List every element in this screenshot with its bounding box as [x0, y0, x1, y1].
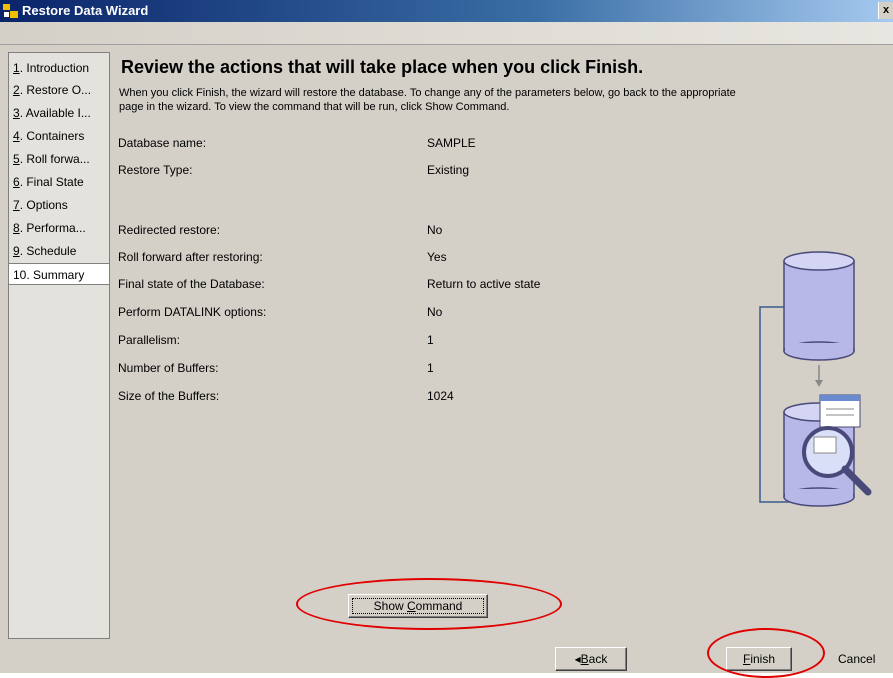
- nav-item-number: 5: [13, 152, 20, 166]
- redirected-restore-label: Redirected restore:: [118, 223, 221, 237]
- datalink-options-label: Perform DATALINK options:: [118, 305, 267, 319]
- back-button[interactable]: ◂Back: [555, 647, 627, 671]
- cancel-button[interactable]: Cancel: [838, 652, 875, 666]
- nav-item-number: 7: [13, 198, 20, 212]
- page-description: When you click Finish, the wizard will r…: [119, 86, 893, 114]
- roll-forward-value: Yes: [427, 250, 447, 264]
- summary-panel: Review the actions that will take place …: [112, 52, 893, 637]
- nav-item-label: . Containers: [19, 129, 85, 143]
- buffer-size-value: 1024: [427, 389, 454, 403]
- nav-item-restore-options[interactable]: 2. Restore O...: [9, 79, 109, 101]
- highlight-oval-show-command: [296, 578, 562, 630]
- nav-item-label: . Introduction: [19, 61, 90, 75]
- wizard-window: Restore Data Wizard x 1. Introduction 2.…: [0, 0, 893, 678]
- nav-item-number: 1: [13, 61, 20, 75]
- nav-item-number: 9: [13, 244, 20, 258]
- database-restore-icon: [759, 251, 872, 507]
- nav-item-number: 3: [13, 106, 20, 120]
- nav-item-label: . Performa...: [19, 221, 86, 235]
- parallelism-label: Parallelism:: [118, 333, 181, 347]
- nav-item-containers[interactable]: 4. Containers: [9, 125, 109, 147]
- database-name-label: Database name:: [118, 136, 207, 150]
- nav-item-roll-forward[interactable]: 5. Roll forwa...: [9, 148, 109, 170]
- app-icon: [3, 4, 18, 18]
- back-mnemonic: B: [580, 652, 589, 666]
- redirected-restore-value: No: [427, 223, 443, 237]
- restore-type-value: Existing: [427, 163, 470, 177]
- description-line: page in the wizard. To view the command …: [119, 101, 510, 113]
- title-bar: Restore Data Wizard x: [0, 0, 893, 22]
- nav-item-performance[interactable]: 8. Performa...: [9, 217, 109, 239]
- datalink-options-value: No: [427, 305, 443, 319]
- database-name-value: SAMPLE: [427, 136, 476, 150]
- nav-item-summary[interactable]: 10. Summary: [9, 263, 109, 285]
- nav-item-label: . Available I...: [19, 106, 91, 120]
- number-of-buffers-label: Number of Buffers:: [118, 361, 219, 375]
- roll-forward-label: Roll forward after restoring:: [118, 250, 263, 264]
- nav-item-label: . Schedule: [19, 244, 77, 258]
- nav-item-available-images[interactable]: 3. Available I...: [9, 102, 109, 124]
- nav-item-number: 4: [13, 129, 20, 143]
- back-text: ack: [588, 652, 608, 666]
- final-state-value: Return to active state: [427, 277, 541, 291]
- nav-item-label: . Roll forwa...: [19, 152, 90, 166]
- nav-item-number: 2: [13, 83, 20, 97]
- highlight-oval-finish: [707, 628, 825, 678]
- nav-item-number: 8: [13, 221, 20, 235]
- nav-item-final-state[interactable]: 6. Final State: [9, 171, 109, 193]
- nav-item-label: . Restore O...: [19, 83, 92, 97]
- buffer-size-label: Size of the Buffers:: [118, 389, 220, 403]
- nav-item-label: . Final State: [19, 175, 84, 189]
- nav-item-label: . Options: [19, 198, 68, 212]
- nav-item-introduction[interactable]: 1. Introduction: [9, 57, 109, 79]
- restore-type-label: Restore Type:: [118, 163, 193, 177]
- parallelism-value: 1: [427, 333, 434, 347]
- page-title: Review the actions that will take place …: [121, 57, 644, 77]
- number-of-buffers-value: 1: [427, 361, 434, 375]
- nav-item-label: 10. Summary: [13, 268, 85, 282]
- nav-item-options[interactable]: 7. Options: [9, 194, 109, 216]
- description-line: When you click Finish, the wizard will r…: [119, 87, 736, 99]
- menu-strip: [0, 22, 893, 45]
- nav-item-number: 6: [13, 175, 20, 189]
- close-button[interactable]: x: [878, 2, 893, 19]
- wizard-steps-nav: 1. Introduction 2. Restore O... 3. Avail…: [8, 52, 110, 639]
- final-state-label: Final state of the Database:: [118, 277, 265, 291]
- nav-item-schedule[interactable]: 9. Schedule: [9, 240, 109, 262]
- window-title: Restore Data Wizard: [22, 3, 149, 18]
